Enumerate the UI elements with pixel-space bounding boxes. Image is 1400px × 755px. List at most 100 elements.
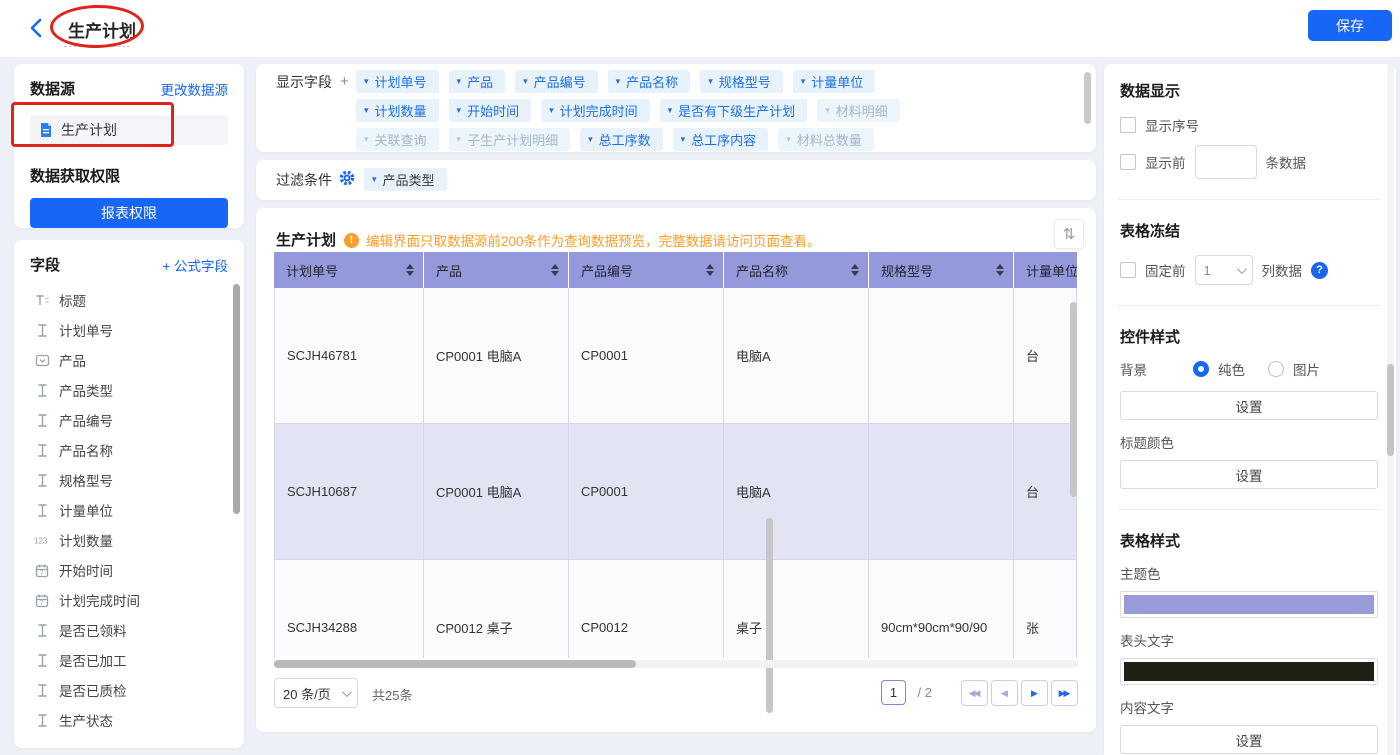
show-first-checkbox[interactable]: [1120, 154, 1136, 170]
field-tag[interactable]: ▾规格型号: [700, 70, 783, 93]
sort-arrows-icon[interactable]: [996, 264, 1004, 276]
change-datasource-link[interactable]: 更改数据源: [161, 79, 229, 99]
theme-color-swatch[interactable]: [1120, 591, 1378, 618]
field-tag[interactable]: ▾计划完成时间: [541, 99, 650, 122]
data-display-title: 数据显示: [1120, 80, 1378, 101]
freeze-count-select[interactable]: 1: [1195, 255, 1253, 285]
field-tag-label: 计划数量: [375, 101, 427, 120]
table-column-header[interactable]: 产品名称: [724, 252, 869, 288]
field-tag[interactable]: ▾产品编号: [515, 70, 598, 93]
fields-scrollbar[interactable]: [233, 284, 240, 514]
field-item[interactable]: 是否已领料: [30, 615, 228, 645]
table-row[interactable]: SCJH10687CP0001 电脑ACP0001电脑A台: [274, 424, 1078, 560]
chevron-down-icon: ▾: [549, 106, 554, 115]
field-item[interactable]: 123计划数量: [30, 525, 228, 555]
page-number-input[interactable]: [881, 680, 906, 705]
show-first-count-input[interactable]: [1195, 145, 1257, 179]
field-item[interactable]: 是否已质检: [30, 675, 228, 705]
field-tag[interactable]: ▾材料总数量: [778, 128, 874, 151]
first-page-button[interactable]: ◀◀: [961, 680, 988, 706]
chevron-down-icon: ▾: [457, 106, 462, 115]
prev-page-button[interactable]: ◀: [991, 680, 1018, 706]
field-item[interactable]: 7开始时间: [30, 555, 228, 585]
table-cell: 桌子: [724, 560, 869, 658]
field-item[interactable]: 7计划完成时间: [30, 585, 228, 615]
table-column-header[interactable]: 规格型号: [869, 252, 1014, 288]
text-field-icon: [34, 502, 50, 518]
field-tag-label: 总工序内容: [691, 130, 756, 149]
field-item[interactable]: 是否已加工: [30, 645, 228, 675]
field-tag[interactable]: ▾总工序数: [580, 128, 663, 151]
display-fields-scrollbar[interactable]: [1084, 72, 1091, 124]
divider: [1118, 509, 1380, 510]
field-item[interactable]: 生产状态: [30, 705, 228, 735]
field-item[interactable]: 计量单位: [30, 495, 228, 525]
datasource-item-label: 生产计划: [61, 120, 117, 140]
text-field-icon: [34, 682, 50, 698]
back-icon[interactable]: [26, 16, 48, 40]
field-tag-label: 计量单位: [811, 72, 863, 91]
field-tag[interactable]: ▾产品类型: [364, 168, 447, 191]
report-permission-button[interactable]: 报表权限: [30, 198, 228, 228]
datasource-item[interactable]: 生产计划: [30, 115, 228, 145]
chevron-down-icon: ▾: [364, 135, 369, 144]
add-display-field-button[interactable]: +: [340, 73, 349, 90]
theme-color-label: 主题色: [1120, 563, 1378, 583]
column-header-label: 产品名称: [736, 261, 788, 280]
table-horizontal-scrollbar-thumb[interactable]: [274, 660, 636, 668]
table-column-header[interactable]: 产品: [424, 252, 569, 288]
page-size-select[interactable]: 20 条/页: [274, 678, 358, 708]
settings-panel: 数据显示 显示序号 显示前 条数据 表格冻结 固定前 1 列数据 ? 控件样式 …: [1104, 64, 1396, 755]
field-item[interactable]: 产品编号: [30, 405, 228, 435]
title-color-set-button[interactable]: 设置: [1120, 460, 1378, 489]
sort-arrows-icon[interactable]: [706, 264, 714, 276]
text-field-icon: [34, 382, 50, 398]
field-tag[interactable]: ▾计划单号: [356, 70, 439, 93]
last-page-button[interactable]: ▶▶: [1051, 680, 1078, 706]
table-row[interactable]: SCJH34288CP0012 桌子CP0012桌子90cm*90cm*90/9…: [274, 560, 1078, 658]
field-item[interactable]: 标题: [30, 285, 228, 315]
sort-arrows-icon[interactable]: [851, 264, 859, 276]
field-tag[interactable]: ▾关联查询: [356, 128, 439, 151]
header-text-color-swatch[interactable]: [1120, 658, 1378, 685]
preview-panel: 生产计划 ! 编辑界面只取数据源前200条作为查询数据预览，完整数据请访问页面查…: [256, 208, 1096, 732]
field-item[interactable]: 规格型号: [30, 465, 228, 495]
text-field-icon: [34, 412, 50, 428]
table-column-header[interactable]: 产品编号: [569, 252, 724, 288]
add-formula-field-link[interactable]: + 公式字段: [162, 255, 228, 275]
chevron-down-icon: ▾: [825, 106, 830, 115]
field-tag[interactable]: ▾总工序内容: [673, 128, 769, 151]
field-tag[interactable]: ▾计划数量: [356, 99, 439, 122]
date-field-icon: 7: [34, 592, 50, 608]
save-button[interactable]: 保存: [1308, 10, 1392, 41]
image-radio[interactable]: [1268, 361, 1284, 377]
table-vertical-scrollbar-thumb[interactable]: [1070, 302, 1077, 497]
solid-color-radio[interactable]: [1193, 361, 1209, 377]
table-column-header[interactable]: 计划单号: [274, 252, 424, 288]
field-tag[interactable]: ▾材料明细: [817, 99, 900, 122]
table-row[interactable]: SCJH46781CP0001 电脑ACP0001电脑A台: [274, 288, 1078, 424]
chevron-down-icon: ▾: [372, 175, 377, 184]
content-text-set-button[interactable]: 设置: [1120, 725, 1378, 754]
field-tag[interactable]: ▾计量单位: [793, 70, 876, 93]
sort-arrows-icon[interactable]: [406, 264, 414, 276]
background-set-button[interactable]: 设置: [1120, 391, 1378, 420]
settings-scrollbar[interactable]: [1387, 364, 1394, 456]
field-tag[interactable]: ▾产品名称: [608, 70, 691, 93]
help-icon[interactable]: ?: [1311, 262, 1328, 279]
freeze-checkbox[interactable]: [1120, 262, 1136, 278]
field-item[interactable]: 计划单号: [30, 315, 228, 345]
field-tag[interactable]: ▾开始时间: [449, 99, 532, 122]
field-item[interactable]: 产品名称: [30, 435, 228, 465]
field-tag[interactable]: ▾产品: [449, 70, 506, 93]
next-page-button[interactable]: ▶: [1021, 680, 1048, 706]
sort-button[interactable]: ⇅: [1054, 219, 1084, 249]
field-item[interactable]: 产品: [30, 345, 228, 375]
sort-arrows-icon[interactable]: [551, 264, 559, 276]
field-tag[interactable]: ▾是否有下级生产计划: [660, 99, 808, 122]
filter-settings-gear-icon[interactable]: [338, 169, 356, 187]
field-tag[interactable]: ▾子生产计划明细: [449, 128, 571, 151]
field-item[interactable]: 产品类型: [30, 375, 228, 405]
show-index-checkbox[interactable]: [1120, 117, 1136, 133]
table-column-header[interactable]: 计量单位: [1014, 252, 1077, 288]
